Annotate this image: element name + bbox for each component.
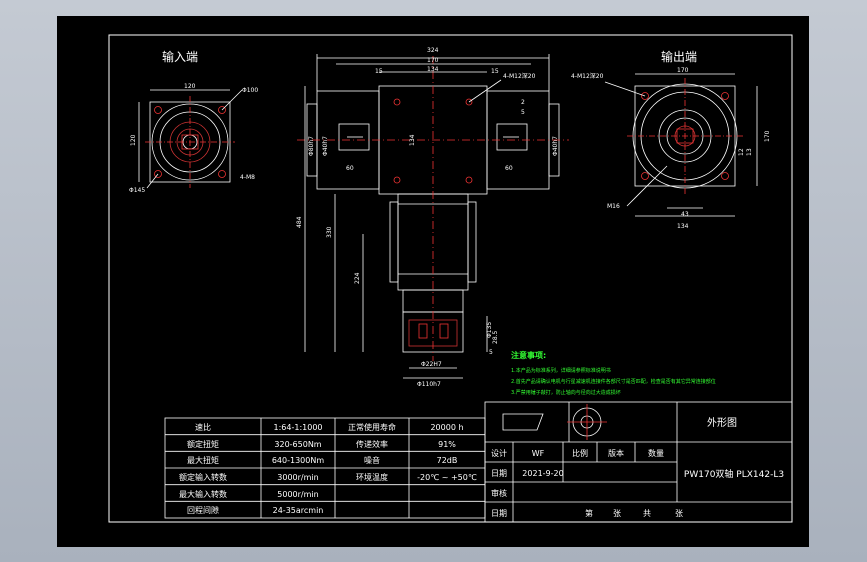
note-line-2: 2.首先产品请确认电机与行星减速机连接件各部尺寸是否匹配，检查是否有其它异常连接… — [511, 378, 716, 385]
spec-cell: 噪音 — [364, 455, 380, 465]
spec-cell: 1:64-1:1000 — [274, 423, 323, 432]
model-name: PW170双轴 PLX142-L3 — [684, 468, 784, 480]
spec-cell: 5000r/min — [277, 490, 318, 499]
input-end-title: 输入端 — [162, 49, 198, 64]
spec-cell: 最大输入转数 — [179, 489, 227, 499]
spec-cell: 速比 — [195, 422, 211, 432]
date-label: 日期 — [491, 469, 507, 478]
spec-cell: -20℃ ~ +50℃ — [417, 473, 477, 482]
drawing-canvas[interactable]: 输入端 120 Φ100 Φ145 4-M8 120 324 170 134 1… — [57, 16, 809, 547]
title-block-text: 外形图 PW170双轴 PLX142-L3 设计 WF 比例 版本 数量 日期 … — [491, 417, 784, 518]
spec-cell: 91% — [438, 440, 456, 449]
dim-front-324: 324 — [427, 47, 439, 54]
dim-out-43: 43 — [681, 211, 689, 218]
spec-cell: 额定输入转数 — [179, 472, 227, 482]
design-label: 设计 — [491, 448, 507, 458]
dim-front-15-left: 15 — [375, 68, 383, 75]
spec-cell: 320-650Nm — [274, 440, 321, 449]
dim-out-134: 134 — [677, 223, 689, 230]
input-end-view — [138, 89, 243, 189]
dim-front-phi110: Φ110h7 — [417, 381, 441, 388]
date-label-2: 日期 — [491, 509, 507, 518]
dim-out-12: 12 — [738, 148, 745, 156]
spec-cell: 20000 h — [430, 423, 463, 432]
dim-front-224: 224 — [354, 272, 361, 284]
spec-cell: 3000r/min — [277, 473, 318, 482]
dim-front-phi40: Φ40h7 — [322, 136, 329, 156]
dim-out-170: 170 — [677, 67, 689, 74]
dim-front-phi22: Φ22H7 — [421, 361, 442, 368]
dim-front-134: 134 — [427, 66, 439, 73]
sheet-zhang: 张 — [613, 509, 621, 518]
spec-cell: 环境温度 — [356, 472, 388, 482]
qty-label: 数量 — [648, 448, 664, 458]
spec-cell: 24-35arcmin — [273, 506, 324, 515]
dim-in-holes: 4-M8 — [240, 174, 255, 181]
dim-out-holes: 4-M12深20 — [571, 72, 604, 80]
spec-cell: 72dB — [437, 456, 458, 465]
dim-out-m16: M16 — [607, 203, 620, 210]
spec-cell: 额定扭矩 — [187, 439, 219, 449]
spec-cell: 640-1300Nm — [272, 456, 325, 465]
output-end-view — [604, 73, 758, 217]
note-line-3: 3.严禁用锤子敲打，防止轴向与径向过大造成损坏 — [511, 389, 621, 396]
cad-window-background: 输入端 120 Φ100 Φ145 4-M8 120 324 170 134 1… — [0, 0, 867, 562]
dim-front-5b: 5 — [489, 349, 493, 356]
version-label: 版本 — [608, 448, 624, 458]
sheet-zhang-2: 张 — [675, 509, 683, 518]
review-label: 审核 — [491, 488, 507, 498]
spec-cell: 回程间隙 — [187, 505, 219, 515]
designer: WF — [532, 449, 545, 458]
drawing-sheet: 输入端 120 Φ100 Φ145 4-M8 120 324 170 134 1… — [57, 16, 809, 547]
dim-front-484: 484 — [296, 216, 303, 228]
dim-front-28-5: 28.5 — [492, 330, 499, 344]
spec-cell: 正常使用寿命 — [348, 422, 396, 432]
sheet-gong: 共 — [643, 509, 651, 518]
dim-front-170: 170 — [427, 57, 439, 64]
spec-cell: 最大扭矩 — [187, 455, 219, 465]
dim-out-170-vertical: 170 — [764, 130, 771, 142]
dim-front-60-right: 60 — [505, 165, 513, 172]
drawing-title: 外形图 — [707, 417, 737, 429]
dim-front-holes: 4-M12深20 — [503, 72, 536, 80]
dim-in-120-vertical: 120 — [130, 134, 137, 146]
spec-cell: 传递效率 — [356, 439, 388, 449]
output-end-title: 输出端 — [661, 49, 697, 64]
dim-in-phi145: Φ145 — [129, 187, 145, 194]
spec-table — [164, 417, 486, 519]
front-view — [297, 54, 569, 379]
sheet-di: 第 — [585, 508, 593, 518]
note-line-1: 1.本产品为标准系列，详细请参照标准说明书 — [511, 367, 611, 374]
dim-front-phi80: Φ80h7 — [308, 136, 315, 156]
dim-front-134-vertical: 134 — [409, 134, 416, 146]
scale-label: 比例 — [572, 448, 588, 458]
title-block — [484, 401, 793, 523]
dim-front-2: 2 — [521, 99, 525, 106]
dim-out-13: 13 — [746, 148, 753, 156]
date-value: 2021-9-20 — [522, 469, 563, 478]
dim-in-phi100: Φ100 — [242, 87, 258, 94]
dim-front-60-left: 60 — [346, 165, 354, 172]
notes-title: 注意事项: — [511, 350, 546, 360]
dim-front-15-right: 15 — [491, 68, 499, 75]
dim-front-5: 5 — [521, 109, 525, 116]
dim-in-120: 120 — [184, 83, 196, 90]
dim-front-330: 330 — [326, 226, 333, 238]
dim-front-phi40-right: Φ40h7 — [552, 136, 559, 156]
